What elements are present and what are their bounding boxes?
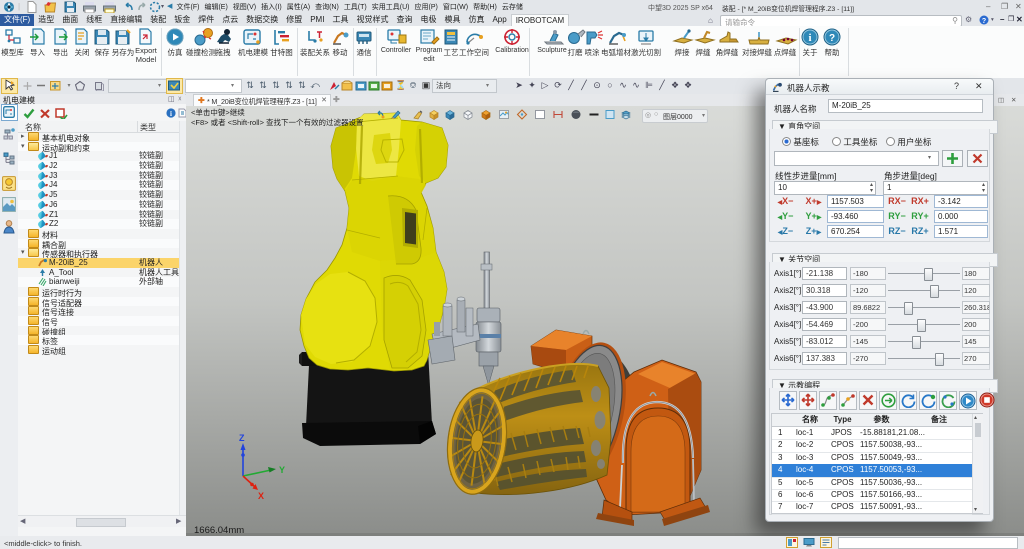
svg-text:i: i bbox=[808, 32, 811, 44]
svg-text:Z: Z bbox=[239, 433, 245, 443]
svg-text:i: i bbox=[170, 110, 172, 118]
svg-text:X: X bbox=[258, 491, 264, 501]
svg-text:?: ? bbox=[829, 33, 835, 44]
svg-text:?: ? bbox=[982, 18, 986, 25]
svg-text:Y: Y bbox=[279, 465, 285, 475]
